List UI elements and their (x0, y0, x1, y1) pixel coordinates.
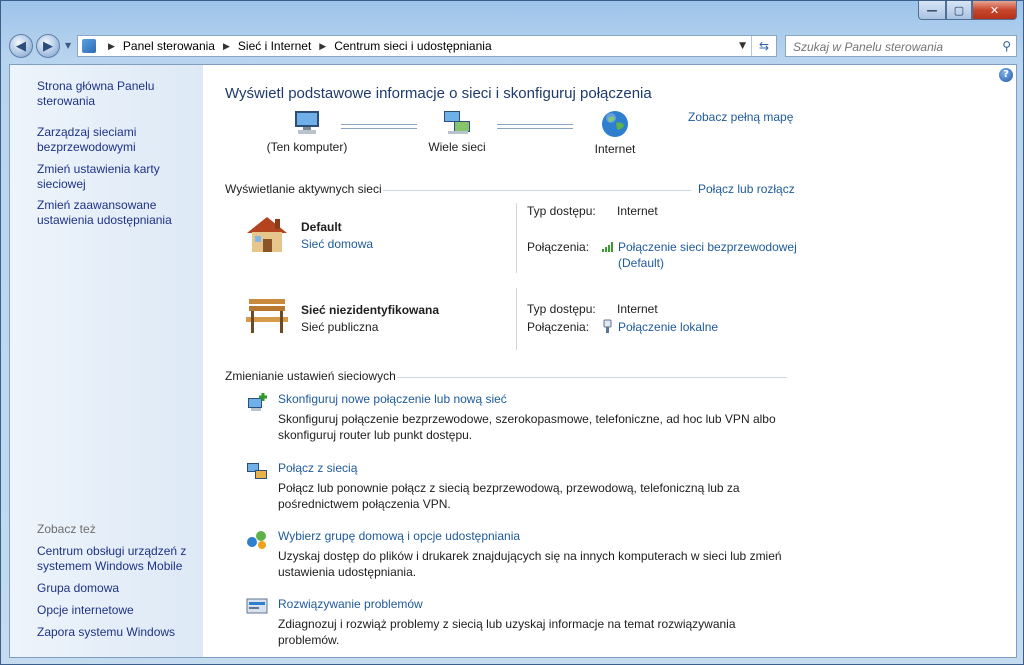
breadcrumb-control-panel[interactable]: Panel sterowania (123, 39, 215, 53)
change-settings-heading: Zmienianie ustawień sieciowych (225, 369, 396, 383)
sidebar-link-internet-options[interactable]: Opcje internetowe (37, 603, 197, 618)
full-map-link[interactable]: Zobacz pełną mapę (688, 110, 793, 124)
sidebar-link-homegroup[interactable]: Grupa domowa (37, 581, 197, 596)
back-arrow-icon: ◀ (16, 38, 26, 54)
network-type-public: Sieć publiczna (301, 320, 379, 334)
sidebar-link-advanced-sharing[interactable]: Zmień zaawansowane ustawienia udostępnia… (37, 198, 197, 228)
back-button[interactable]: ◀ (9, 34, 33, 58)
task-link-connect-network[interactable]: Połącz z siecią (278, 461, 357, 475)
maximize-button[interactable]: ▢ (946, 1, 972, 20)
search-input[interactable] (791, 37, 995, 57)
troubleshoot-icon (246, 598, 268, 614)
see-also-heading: Zobacz też (37, 522, 96, 536)
map-computer-label: (Ten komputer) (266, 140, 348, 154)
connections-label: Połączenia: (527, 240, 590, 254)
section-divider (397, 377, 787, 378)
sidebar-link-adapter-settings[interactable]: Zmień ustawienia karty sieciowej (37, 162, 197, 192)
recent-pages-dropdown[interactable]: ▼ (65, 41, 71, 50)
network-name-default: Default (301, 220, 342, 234)
map-node-networks[interactable]: Wiele sieci (425, 109, 489, 154)
task-link-setup-connection[interactable]: Skonfiguruj nowe połączenie lub nową sie… (278, 392, 507, 406)
home-network-icon (247, 217, 287, 252)
new-connection-icon (248, 393, 267, 411)
computer-icon (295, 111, 319, 134)
connect-disconnect-link[interactable]: Połącz lub rozłącz (698, 182, 795, 196)
network-type-home-link[interactable]: Sieć domowa (301, 237, 373, 251)
map-node-internet[interactable]: Internet (583, 109, 647, 156)
wireless-connection-link[interactable]: Połączenie sieci bezprzewodowej (618, 240, 797, 254)
network-divider (516, 288, 517, 350)
chevron-right-icon[interactable]: ▶ (319, 41, 326, 52)
address-bar[interactable]: ▶ Panel sterowania ▶ Sieć i Internet ▶ C… (77, 35, 777, 57)
map-internet-label: Internet (594, 142, 636, 156)
close-button[interactable]: ✕ (972, 1, 1017, 20)
sidebar-link-control-panel-home[interactable]: Strona główna Panelu sterowania (37, 79, 197, 109)
map-networks-label: Wiele sieci (428, 140, 486, 154)
ethernet-cable-icon (603, 319, 612, 333)
task-link-homegroup-sharing[interactable]: Wybierz grupę domową i opcje udostępnian… (278, 529, 520, 543)
forward-arrow-icon: ▶ (43, 38, 53, 54)
content-pane: Strona główna Panelu sterowania Zarządza… (9, 64, 1017, 658)
map-connector-line (497, 124, 573, 129)
globe-icon (602, 111, 628, 137)
multiple-networks-icon (444, 111, 470, 134)
network-divider (516, 203, 517, 273)
task-desc-connect-network: Połącz lub ponownie połącz z siecią bezp… (278, 481, 740, 511)
address-dropdown-icon[interactable]: ▼ (739, 41, 746, 51)
task-desc-homegroup-sharing: Uzyskaj dostęp do plików i drukarek znaj… (278, 549, 782, 579)
task-link-troubleshoot[interactable]: Rozwiązywanie problemów (278, 597, 423, 611)
breadcrumb: ▶ Panel sterowania ▶ Sieć i Internet ▶ C… (100, 39, 492, 53)
homegroup-icon (247, 531, 266, 549)
access-type-label: Typ dostępu: (527, 204, 596, 218)
local-connection-link[interactable]: Połączenie lokalne (618, 320, 718, 334)
refresh-button[interactable]: ⇆ (751, 36, 776, 56)
search-icon[interactable]: ⚲ (1002, 39, 1011, 53)
breadcrumb-network-center[interactable]: Centrum sieci i udostępniania (334, 39, 491, 53)
connections-label: Połączenia: (527, 320, 590, 334)
chevron-right-icon[interactable]: ▶ (223, 41, 230, 52)
forward-button[interactable]: ▶ (36, 34, 60, 58)
page-title: Wyświetl podstawowe informacje o sieci i… (225, 85, 652, 102)
section-divider (383, 190, 691, 191)
sidebar-link-manage-wireless[interactable]: Zarządzaj sieciami bezprzewodowymi (37, 125, 197, 155)
control-panel-icon (82, 39, 96, 53)
task-desc-setup-connection: Skonfiguruj połączenie bezprzewodowe, sz… (278, 412, 776, 442)
breadcrumb-network-internet[interactable]: Sieć i Internet (238, 39, 311, 53)
refresh-icon: ⇆ (758, 39, 770, 53)
access-type-label: Typ dostępu: (527, 302, 596, 316)
window-frame: — ▢ ✕ ◀ ▶ ▼ ▶ Panel sterowania ▶ Sieć i … (0, 0, 1024, 665)
active-networks-heading: Wyświetlanie aktywnych sieci (225, 182, 382, 196)
network-name-unidentified: Sieć niezidentyfikowana (301, 303, 440, 317)
window-controls: — ▢ ✕ (918, 1, 1017, 20)
map-connector-line (341, 124, 417, 129)
connect-to-network-icon (247, 463, 267, 479)
access-type-value: Internet (617, 204, 658, 218)
minimize-button[interactable]: — (918, 1, 946, 20)
navigation-bar: ◀ ▶ ▼ ▶ Panel sterowania ▶ Sieć i Intern… (9, 33, 1017, 59)
main-panel: Wyświetl podstawowe informacje o sieci i… (225, 65, 1005, 657)
public-network-bench-icon (246, 299, 288, 333)
search-box[interactable]: ⚲ (785, 35, 1017, 57)
wireless-connection-ssid[interactable]: (Default) (618, 256, 664, 270)
task-desc-troubleshoot: Zdiagnozuj i rozwiąż problemy z siecią l… (278, 617, 736, 647)
map-node-computer[interactable]: (Ten komputer) (265, 109, 349, 154)
sidebar: Strona główna Panelu sterowania Zarządza… (10, 65, 203, 657)
sidebar-link-windows-firewall[interactable]: Zapora systemu Windows (37, 625, 197, 640)
wifi-signal-icon (602, 242, 613, 252)
sidebar-link-mobile-device-center[interactable]: Centrum obsługi urządzeń z systemem Wind… (37, 544, 197, 574)
chevron-right-icon[interactable]: ▶ (108, 41, 115, 52)
access-type-value: Internet (617, 302, 658, 316)
